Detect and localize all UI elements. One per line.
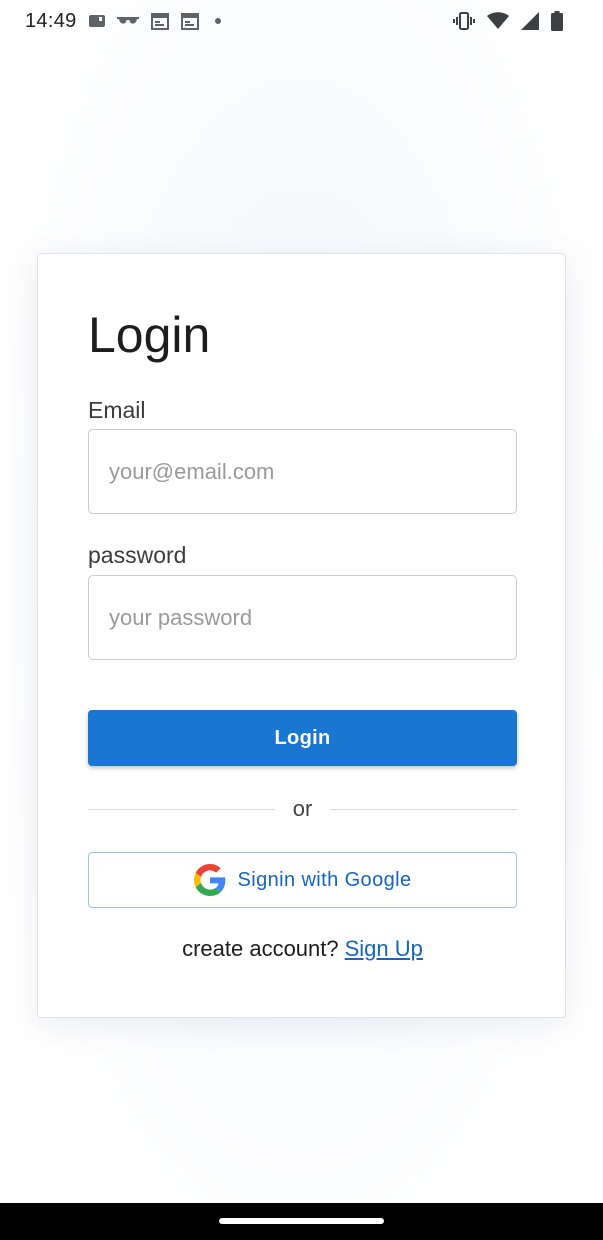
google-signin-button[interactable]: Signin with Google [88, 852, 517, 908]
google-button-label: Signin with Google [237, 868, 412, 891]
status-bar-left: 14:49 [25, 10, 225, 33]
calendar-icon [150, 12, 169, 30]
signal-icon [521, 12, 539, 30]
login-screen: 14:49 Login Email your@email.com passwor… [0, 0, 603, 1240]
or-divider: or [88, 794, 517, 824]
wifi-icon [487, 12, 509, 30]
calendar-icon [180, 12, 199, 30]
login-card: Login Email password Login or Signin wit… [37, 253, 566, 1018]
signup-prompt: create account? [182, 936, 339, 961]
status-bar: 14:49 [0, 0, 603, 42]
divider-text: or [292, 796, 313, 821]
login-button[interactable]: Login [88, 710, 517, 766]
email-input[interactable] [88, 429, 517, 514]
email-label: Email [88, 397, 146, 423]
glasses-icon [116, 15, 139, 27]
signup-link[interactable]: Sign Up [345, 936, 423, 961]
password-label: password [88, 542, 187, 568]
divider-line-right [330, 808, 517, 810]
dot-icon [211, 14, 225, 28]
google-icon [193, 864, 226, 896]
navigation-bar [0, 1203, 603, 1240]
status-bar-right [453, 11, 563, 31]
page-title: Login [88, 307, 211, 363]
status-time: 14:49 [25, 9, 77, 32]
signup-row: create account? Sign Up [38, 936, 567, 962]
home-handle[interactable] [219, 1218, 384, 1224]
battery-icon [551, 11, 563, 31]
divider-line-left [88, 808, 275, 810]
vibrate-icon [453, 12, 475, 30]
sim-icon [88, 14, 105, 28]
password-input[interactable] [88, 575, 517, 660]
